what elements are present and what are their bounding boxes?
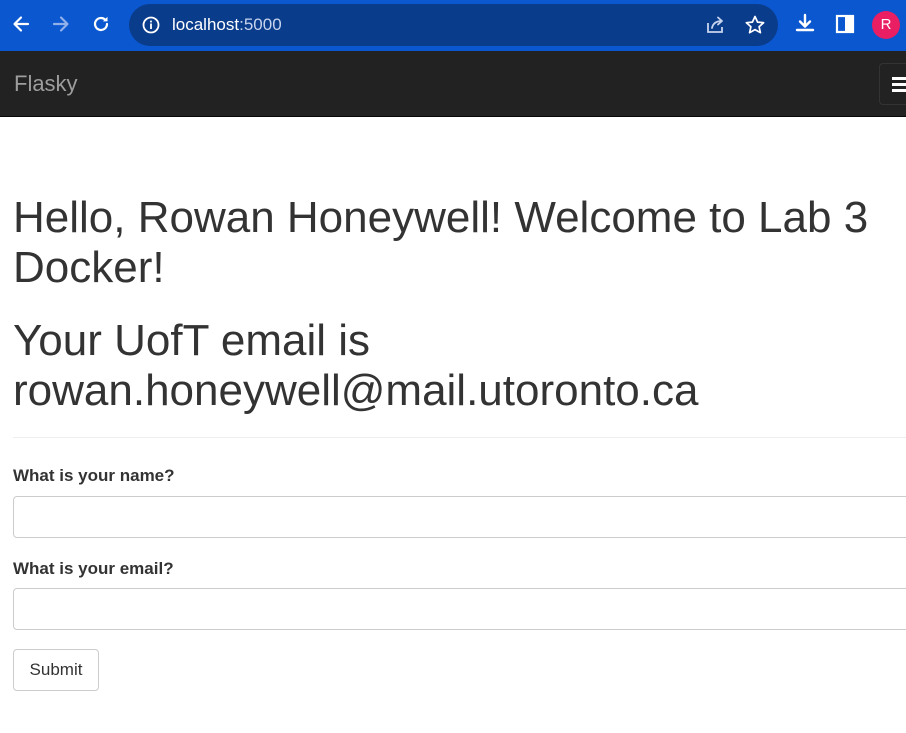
- browser-toolbar: localhost:5000 R: [0, 0, 906, 51]
- name-field-label: What is your name?: [13, 466, 175, 485]
- download-icon[interactable]: [789, 8, 821, 40]
- url-host: localhost: [172, 15, 240, 34]
- share-icon[interactable]: [704, 14, 726, 36]
- navbar: Flasky: [0, 51, 906, 117]
- forward-arrow-icon[interactable]: [45, 8, 77, 40]
- profile-avatar[interactable]: R: [872, 11, 900, 39]
- site-info-icon[interactable]: [141, 15, 161, 35]
- reload-icon[interactable]: [85, 8, 117, 40]
- url-port: :5000: [239, 15, 282, 34]
- name-input[interactable]: [13, 496, 906, 538]
- bookmark-star-icon[interactable]: [744, 14, 766, 36]
- navbar-brand[interactable]: Flasky: [14, 71, 78, 97]
- navbar-toggle-button[interactable]: [879, 63, 906, 105]
- address-bar[interactable]: localhost:5000: [129, 4, 778, 46]
- back-arrow-icon[interactable]: [5, 8, 37, 40]
- address-url: localhost:5000: [172, 15, 282, 35]
- email-heading: Your UofT email is rowan.honeywell@mail.…: [13, 316, 699, 415]
- greeting-heading: Hello, Rowan Honeywell! Welcome to Lab 3…: [13, 193, 869, 292]
- submit-button[interactable]: Submit: [13, 649, 99, 691]
- divider: [13, 437, 906, 438]
- email-field-label: What is your email?: [13, 559, 174, 578]
- side-panel-icon[interactable]: [829, 8, 861, 40]
- email-input[interactable]: [13, 588, 906, 630]
